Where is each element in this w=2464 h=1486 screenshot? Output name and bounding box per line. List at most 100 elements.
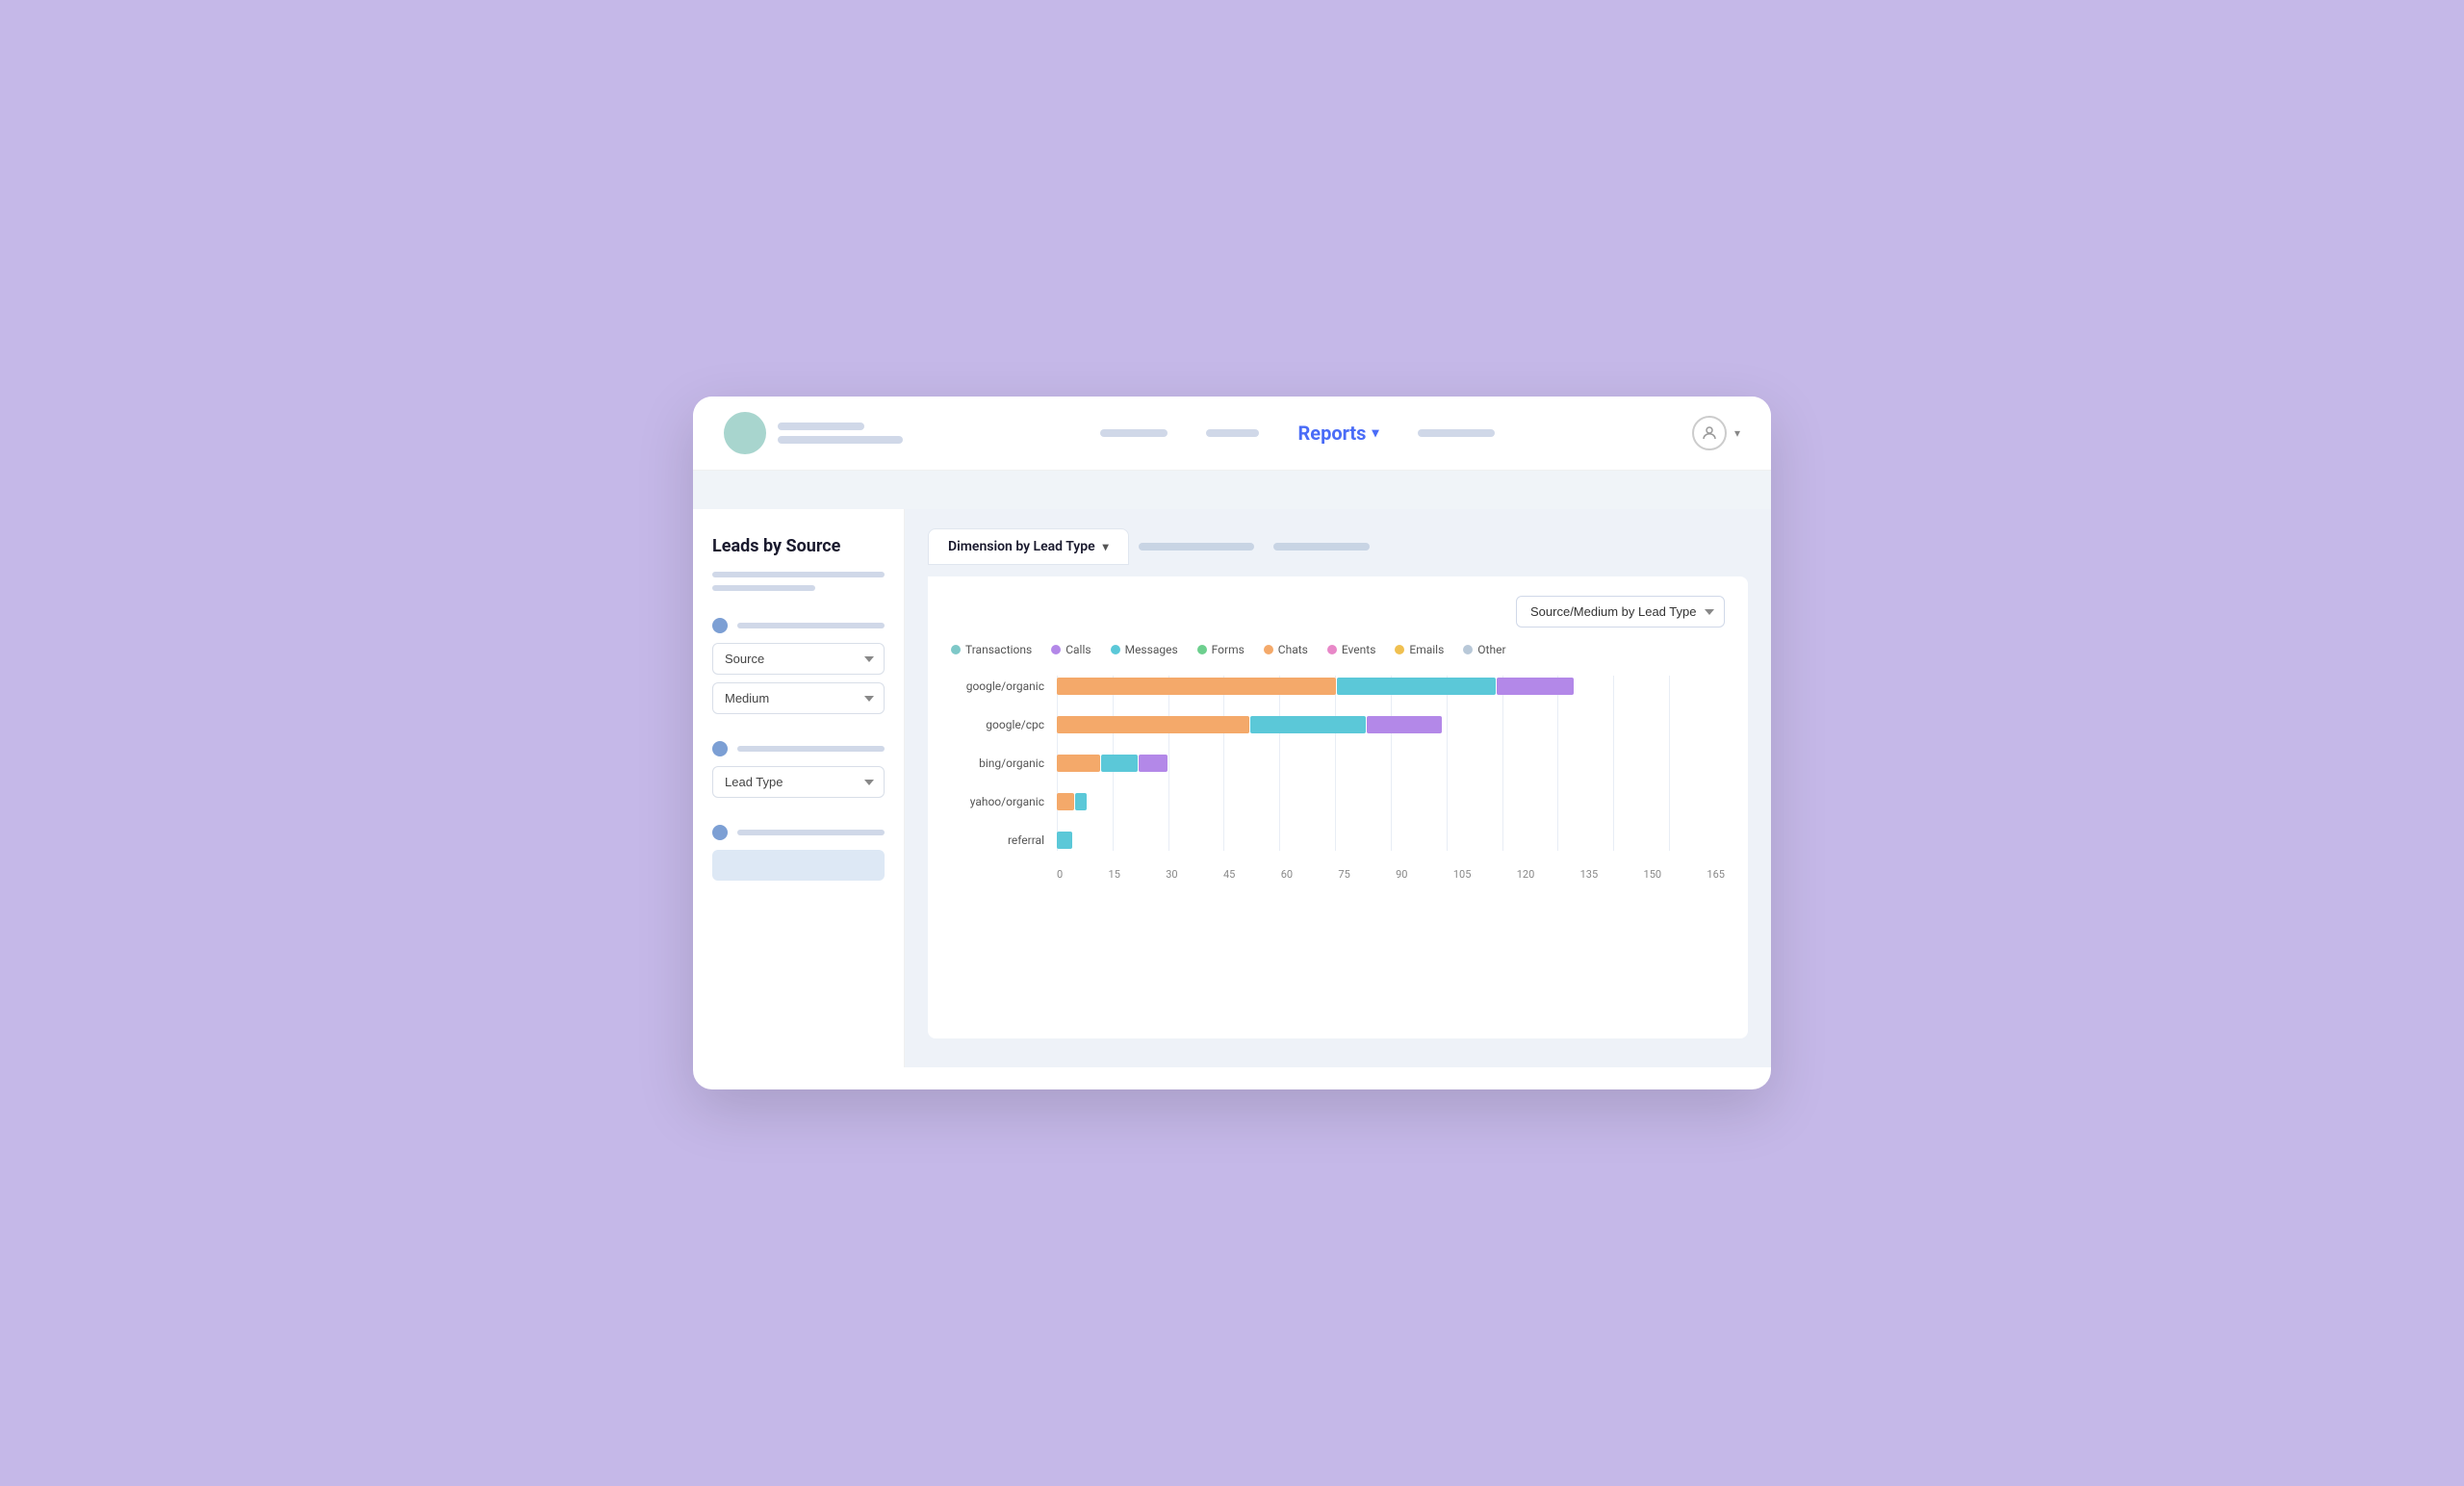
source-dot: [712, 618, 728, 633]
bar-label: yahoo/organic: [951, 795, 1052, 808]
user-icon[interactable]: [1692, 416, 1727, 450]
table-row: google/organic: [951, 676, 1725, 697]
nav-placeholder-3: [1418, 429, 1495, 437]
legend-dot: [1264, 645, 1273, 654]
bar-segment: [1497, 678, 1574, 695]
x-axis: 0153045607590105120135150165: [951, 868, 1725, 881]
sidebar-bottom-box: [712, 850, 885, 881]
legend-item-transactions: Transactions: [951, 643, 1032, 656]
chart-tabs: Dimension by Lead Type ▾: [928, 528, 1748, 565]
legend-label: Transactions: [965, 643, 1032, 656]
sidebar-title: Leads by Source: [712, 536, 885, 556]
logo-line-1: [778, 423, 864, 430]
bar-label: google/organic: [951, 679, 1052, 693]
bar-segment: [1139, 755, 1168, 772]
extra-filter-group: [712, 825, 885, 881]
table-row: yahoo/organic: [951, 791, 1725, 812]
legend-label: Messages: [1125, 643, 1178, 656]
bar-segment: [1367, 716, 1442, 733]
bar-segment: [1250, 716, 1366, 733]
sidebar-line-2: [712, 585, 815, 591]
x-axis-label: 135: [1580, 868, 1599, 881]
legend-dot: [1327, 645, 1337, 654]
app-window: Reports ▾ ▾ Leads by Source: [693, 397, 1771, 1089]
legend-item-other: Other: [1463, 643, 1505, 656]
bar-segment: [1337, 678, 1496, 695]
nav-chevron-icon: ▾: [1372, 425, 1378, 441]
table-row: referral: [951, 830, 1725, 851]
logo-text-lines: [778, 423, 903, 444]
legend-label: Other: [1477, 643, 1505, 656]
sidebar-line-1: [712, 572, 885, 577]
bar-label: referral: [951, 833, 1052, 847]
bar-segments: [1057, 753, 1168, 774]
legend-label: Events: [1342, 643, 1376, 656]
legend-item-events: Events: [1327, 643, 1376, 656]
x-axis-label: 120: [1517, 868, 1535, 881]
chart-panel: Source/Medium by Lead Type Transactions C…: [928, 576, 1748, 1038]
bars-with-grid: google/organic google/cpc bing/organic yaho…: [951, 676, 1725, 851]
user-dropdown-chevron[interactable]: ▾: [1734, 426, 1740, 440]
bar-segment: [1057, 832, 1072, 849]
leadtype-dot-row: [712, 741, 885, 756]
x-axis-label: 150: [1644, 868, 1662, 881]
x-axis-label: 105: [1453, 868, 1472, 881]
extra-dot-row: [712, 825, 885, 840]
sub-header: [693, 471, 1771, 509]
legend-label: Forms: [1212, 643, 1245, 656]
logo-area: [724, 412, 903, 454]
bar-segments: [1057, 676, 1574, 697]
x-axis-label: 45: [1223, 868, 1235, 881]
bar-segment: [1057, 716, 1249, 733]
legend-dot: [1197, 645, 1207, 654]
legend-item-chats: Chats: [1264, 643, 1308, 656]
tab-placeholder-1[interactable]: [1139, 543, 1254, 551]
sidebar: Leads by Source Source Medium: [693, 509, 905, 1067]
source-filter-group: Source Medium: [712, 618, 885, 722]
bar-label: google/cpc: [951, 718, 1052, 731]
chart-view-dropdown[interactable]: Source/Medium by Lead Type: [1516, 596, 1725, 628]
legend-dot: [1111, 645, 1120, 654]
legend-item-messages: Messages: [1111, 643, 1178, 656]
x-axis-label: 0: [1057, 868, 1063, 881]
bar-label: bing/organic: [951, 756, 1052, 770]
x-axis-label: 60: [1281, 868, 1293, 881]
tab-label: Dimension by Lead Type: [948, 539, 1095, 554]
x-axis-labels: 0153045607590105120135150165: [1057, 868, 1725, 881]
logo-line-2: [778, 436, 903, 444]
source-dropdown[interactable]: Source: [712, 643, 885, 675]
bar-segment: [1075, 793, 1087, 810]
x-axis-label: 30: [1166, 868, 1177, 881]
x-axis-label: 75: [1338, 868, 1349, 881]
tab-dimension-leadtype[interactable]: Dimension by Lead Type ▾: [928, 528, 1129, 565]
bars-container: google/organic google/cpc bing/organic yaho…: [951, 676, 1725, 851]
x-axis-label: 165: [1707, 868, 1725, 881]
bar-segment: [1057, 793, 1074, 810]
avatar: [724, 412, 766, 454]
leadtype-filter-group: Lead Type: [712, 741, 885, 806]
bar-segment: [1057, 678, 1336, 695]
nav-title[interactable]: Reports ▾: [1297, 422, 1378, 445]
bar-segment: [1101, 755, 1138, 772]
legend-dot: [1463, 645, 1473, 654]
leadtype-dropdown[interactable]: Lead Type: [712, 766, 885, 798]
table-row: google/cpc: [951, 714, 1725, 735]
bar-segment: [1057, 755, 1100, 772]
medium-dropdown[interactable]: Medium: [712, 682, 885, 714]
legend-label: Calls: [1065, 643, 1091, 656]
legend-dot: [1051, 645, 1061, 654]
legend-item-forms: Forms: [1197, 643, 1245, 656]
x-axis-label: 90: [1396, 868, 1407, 881]
tab-placeholder-2[interactable]: [1273, 543, 1370, 551]
legend-item-emails: Emails: [1395, 643, 1444, 656]
bar-segments: [1057, 791, 1087, 812]
main-layout: Leads by Source Source Medium: [693, 509, 1771, 1067]
chart-toolbar: Source/Medium by Lead Type: [951, 596, 1725, 628]
legend-dot: [1395, 645, 1404, 654]
legend-label: Chats: [1278, 643, 1308, 656]
bar-segments: [1057, 714, 1442, 735]
header: Reports ▾ ▾: [693, 397, 1771, 471]
nav-title-text: Reports: [1297, 422, 1366, 445]
nav-placeholder-1: [1100, 429, 1168, 437]
table-row: bing/organic: [951, 753, 1725, 774]
